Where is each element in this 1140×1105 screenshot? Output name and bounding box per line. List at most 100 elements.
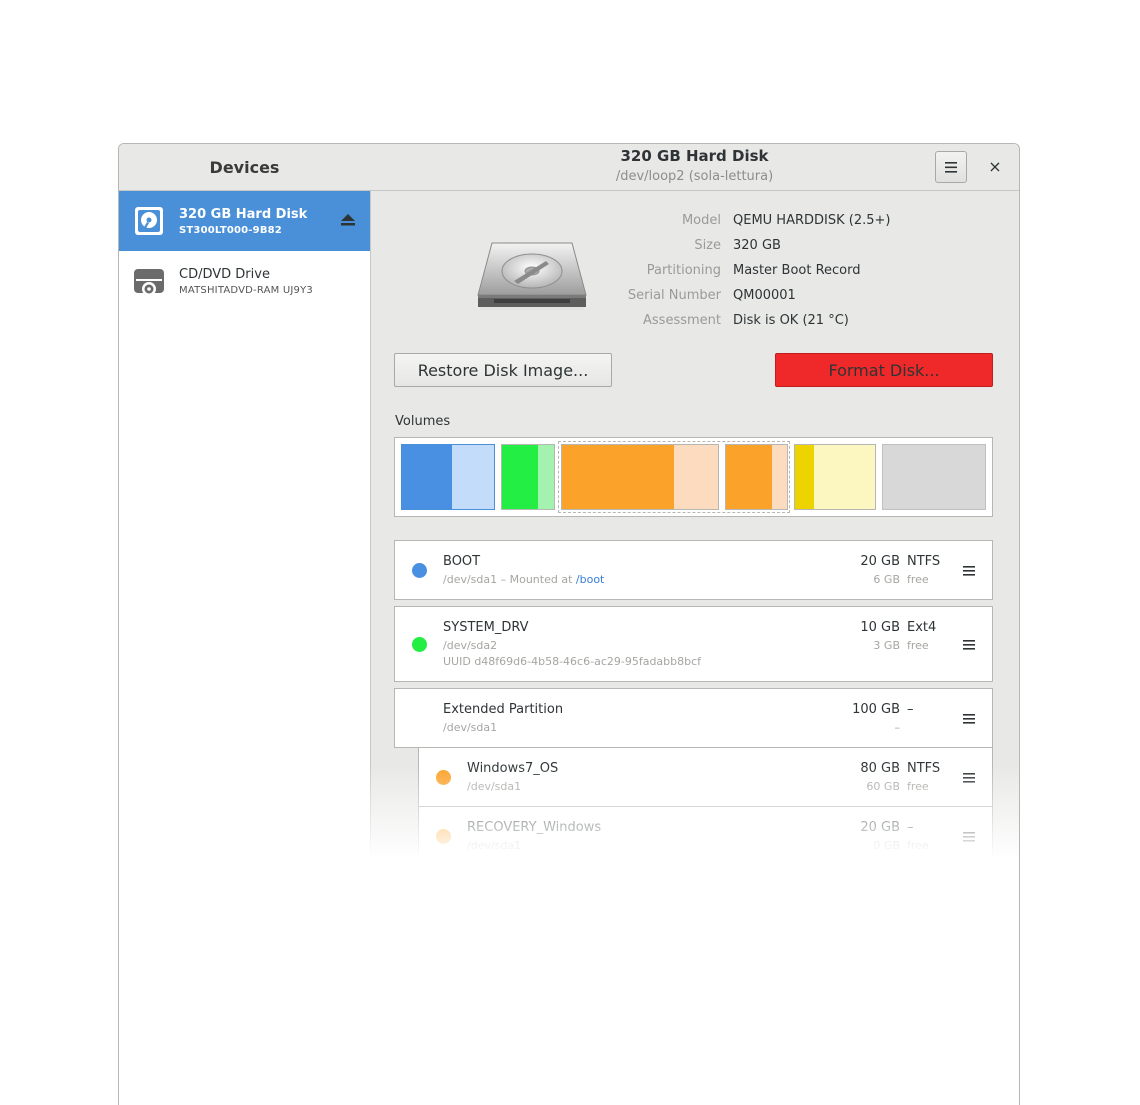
partition-row-unallocated[interactable]: Unallocated Space /dev/sda5 20 GB – 20 G… xyxy=(394,937,993,997)
partition-free: – xyxy=(894,721,901,734)
property-label: Serial Number xyxy=(627,288,721,303)
close-button[interactable]: × xyxy=(985,156,1005,176)
volume-segment-unallocated[interactable] xyxy=(882,444,986,510)
partition-color-dot xyxy=(412,637,427,652)
partition-size: 20 GB xyxy=(860,885,900,900)
property-label: Model xyxy=(681,213,721,228)
device-name: 320 GB Hard Disk xyxy=(179,206,308,222)
partition-free: 60 GB xyxy=(866,780,900,793)
device-item-cd-dvd[interactable]: CD/DVD Drive MATSHITADVD-RAM UJ9Y3 xyxy=(119,251,370,311)
partition-device: /dev/sda1 xyxy=(467,839,522,852)
volume-segment-system[interactable] xyxy=(501,444,555,510)
partition-free-label: free xyxy=(907,970,929,983)
partition-filesystem: – xyxy=(907,702,914,717)
volume-free-fill xyxy=(814,445,875,509)
property-value: QEMU HARDDISK (2.5+) xyxy=(733,213,891,228)
volume-used-fill xyxy=(562,445,675,509)
partition-filesystem: NTFS xyxy=(907,885,941,900)
partition-filesystem: NTFS xyxy=(907,554,941,569)
volume-segment-weird[interactable] xyxy=(794,444,876,510)
property-label: Assessment xyxy=(643,313,721,328)
property-row: Model QEMU HARDDISK (2.5+) xyxy=(600,213,891,238)
partition-name: RECOVERY_Windows xyxy=(467,820,602,835)
partition-row-boot[interactable]: BOOT /dev/sda1 – Mounted at /boot 20 GB … xyxy=(394,540,993,600)
device-item-hard-disk[interactable]: 320 GB Hard Disk ST300LT000-9B82 xyxy=(119,191,370,251)
mount-point-link[interactable]: /boot xyxy=(576,573,604,586)
volume-used-fill xyxy=(402,445,453,509)
hamburger-menu-icon[interactable] xyxy=(963,565,975,577)
partition-free: 6 GB xyxy=(873,573,900,586)
partition-name: Extended Partition xyxy=(443,702,564,717)
partition-device: /dev/sda1 – Mounted at /boot xyxy=(443,573,605,586)
partition-free: 0 GB xyxy=(873,839,900,852)
partition-size: 10 GB xyxy=(860,620,900,635)
menu-button[interactable] xyxy=(935,151,967,183)
volume-used-fill xyxy=(795,445,815,509)
partition-filesystem: Ext4 xyxy=(907,620,937,635)
optical-drive-icon xyxy=(134,269,164,296)
partition-size: 20 GB xyxy=(860,554,900,569)
volume-segment-recovery[interactable] xyxy=(725,444,788,510)
partition-free-label: free xyxy=(907,839,929,852)
hamburger-menu-icon xyxy=(945,161,957,173)
partition-size: 20 GB xyxy=(860,820,900,835)
volume-free-fill xyxy=(674,445,718,509)
partition-row-system[interactable]: SYSTEM_DRV /dev/sda2 UUID d48f69d6-4b58-… xyxy=(394,606,993,682)
volume-segment-boot[interactable] xyxy=(401,444,495,510)
partition-row-windows7[interactable]: Windows7_OS /dev/sda1 80 GB NTFS 60 GB f… xyxy=(418,747,993,807)
volume-map xyxy=(394,437,993,517)
property-value: 320 GB xyxy=(733,238,781,253)
partition-name: Weird_partition xyxy=(443,885,542,900)
property-label: Partitioning xyxy=(646,263,721,278)
partition-device: /dev/sda1 xyxy=(467,780,522,793)
hamburger-menu-icon[interactable] xyxy=(963,896,975,908)
disk-details: Model QEMU HARDDISK (2.5+) Size 320 GB P… xyxy=(370,191,1019,1105)
partition-name: Unallocated Space xyxy=(443,951,565,966)
partition-row-extended[interactable]: Extended Partition /dev/sda1 100 GB – – xyxy=(394,688,993,748)
partition-device: /dev/sda1 xyxy=(443,721,498,734)
format-disk-button[interactable]: Format Disk... xyxy=(775,353,993,387)
close-icon: × xyxy=(988,156,1002,176)
volume-used-fill xyxy=(726,445,773,509)
hamburger-menu-icon[interactable] xyxy=(963,639,975,651)
partition-filesystem: – xyxy=(907,820,914,835)
mount-point-link[interactable]: /boot xyxy=(576,904,604,917)
property-label: Size xyxy=(694,238,721,253)
device-model: ST300LT000-9B82 xyxy=(179,224,282,236)
eject-icon[interactable] xyxy=(340,213,356,227)
sidebar-title: Devices xyxy=(119,144,370,191)
hamburger-menu-icon[interactable] xyxy=(963,713,975,725)
disk-title: 320 GB Hard Disk xyxy=(620,147,769,165)
property-row: Size 320 GB xyxy=(600,238,891,263)
partition-free: 20 GB xyxy=(866,970,900,983)
partition-name: SYSTEM_DRV xyxy=(443,620,529,635)
partition-color-dot xyxy=(412,563,427,578)
hamburger-menu-icon[interactable] xyxy=(963,831,975,843)
restore-disk-image-button[interactable]: Restore Disk Image... xyxy=(394,353,612,387)
devices-sidebar: Devices 320 GB Hard Disk ST300LT000-9B82 xyxy=(119,144,371,1105)
partition-color-dot xyxy=(436,829,451,844)
partition-free-label: free xyxy=(907,639,929,652)
partition-color-dot xyxy=(412,894,427,909)
volume-segment-windows7[interactable] xyxy=(561,444,719,510)
partition-color-dot xyxy=(436,770,451,785)
partition-free-label: free xyxy=(907,780,929,793)
disk-properties: Model QEMU HARDDISK (2.5+) Size 320 GB P… xyxy=(600,213,891,338)
volume-free-fill xyxy=(772,445,787,509)
partition-row-recovery[interactable]: RECOVERY_Windows /dev/sda1 20 GB – 0 GB … xyxy=(418,806,993,866)
volume-used-fill xyxy=(502,445,539,509)
partition-row-weird[interactable]: Weird_partition /dev/sda1 – Mounted at /… xyxy=(394,871,993,931)
partition-size: 20 GB xyxy=(860,951,900,966)
partition-size: 100 GB xyxy=(852,702,900,717)
device-name: CD/DVD Drive xyxy=(179,266,270,282)
partition-free: 3 GB xyxy=(873,639,900,652)
partition-uuid: UUID d48f69d6-4b58-46c6-ac29-95fadabb8bc… xyxy=(443,655,702,668)
partition-name: Windows7_OS xyxy=(467,761,559,776)
device-model: MATSHITADVD-RAM UJ9Y3 xyxy=(179,284,313,296)
partition-size: 80 GB xyxy=(860,761,900,776)
volume-free-fill xyxy=(538,445,554,509)
hamburger-menu-icon[interactable] xyxy=(963,962,975,974)
partition-device: /dev/sda5 xyxy=(443,970,498,983)
hamburger-menu-icon[interactable] xyxy=(963,772,975,784)
hard-disk-icon xyxy=(135,207,163,235)
